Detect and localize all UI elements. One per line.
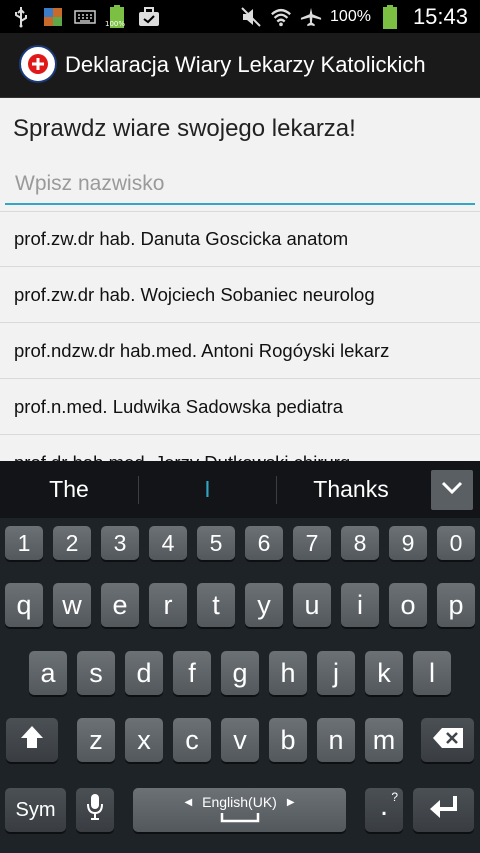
period-label: .: [379, 789, 389, 822]
key-o[interactable]: o: [389, 583, 427, 627]
key-9[interactable]: 9: [389, 526, 427, 560]
battery-percent: 100%: [330, 7, 371, 25]
key-s[interactable]: s: [77, 651, 115, 695]
shift-key[interactable]: [6, 718, 58, 762]
backspace-icon: [432, 725, 464, 756]
key-n[interactable]: n: [317, 718, 355, 762]
sym-key[interactable]: Sym: [5, 788, 66, 832]
mute-icon: [240, 6, 262, 28]
status-bar: 100% 100% 15:43: [0, 0, 480, 33]
key-6[interactable]: 6: [245, 526, 283, 560]
key-q[interactable]: q: [5, 583, 43, 627]
notification-icons: 100%: [10, 4, 160, 29]
space-key[interactable]: ◀ English(UK) ▶: [133, 788, 346, 832]
list-item[interactable]: prof.dr hab.med. Jerzy Dutkowski chirurg: [0, 435, 480, 462]
battery-full-icon: 100%: [105, 4, 128, 28]
wifi-icon: [270, 6, 292, 28]
battery-icon: [379, 4, 401, 29]
space-bar-icon: [220, 810, 260, 826]
key-z[interactable]: z: [77, 718, 115, 762]
key-2[interactable]: 2: [53, 526, 91, 560]
period-hint: ?: [391, 790, 398, 804]
suggestion-i[interactable]: I: [139, 461, 276, 518]
key-y[interactable]: y: [245, 583, 283, 627]
list-item[interactable]: prof.n.med. Ludwika Sadowska pediatra: [0, 379, 480, 435]
key-w[interactable]: w: [53, 583, 91, 627]
suggestion-thanks[interactable]: Thanks: [277, 461, 425, 518]
key-i[interactable]: i: [341, 583, 379, 627]
key-c[interactable]: c: [173, 718, 211, 762]
key-g[interactable]: g: [221, 651, 259, 695]
app-logo-icon[interactable]: [19, 45, 57, 83]
key-0[interactable]: 0: [437, 526, 475, 560]
briefcase-icon: [138, 6, 160, 28]
key-r[interactable]: r: [149, 583, 187, 627]
search-input[interactable]: [5, 165, 475, 205]
app-title: Deklaracja Wiary Lekarzy Katolickich: [65, 52, 426, 77]
language-label: English(UK): [202, 794, 277, 810]
main-content: Sprawdz wiare swojego lekarza! prof.zw.d…: [0, 98, 480, 461]
key-e[interactable]: e: [101, 583, 139, 627]
key-f[interactable]: f: [173, 651, 211, 695]
action-bar: Deklaracja Wiary Lekarzy Katolickich: [0, 33, 480, 98]
key-d[interactable]: d: [125, 651, 163, 695]
microphone-icon: [86, 792, 104, 829]
results-list: prof.zw.dr hab. Danuta Goscicka anatom p…: [0, 211, 480, 461]
chevron-down-icon: [440, 480, 464, 500]
key-l[interactable]: l: [413, 651, 451, 695]
suggestion-the[interactable]: The: [0, 461, 138, 518]
page-heading: Sprawdz wiare swojego lekarza!: [13, 115, 356, 142]
key-x[interactable]: x: [125, 718, 163, 762]
voice-input-key[interactable]: [76, 788, 114, 832]
key-u[interactable]: u: [293, 583, 331, 627]
arrow-right-icon: ▶: [286, 796, 295, 808]
key-7[interactable]: 7: [293, 526, 331, 560]
key-8[interactable]: 8: [341, 526, 379, 560]
list-item[interactable]: prof.ndzw.dr hab.med. Antoni Rogóyski le…: [0, 323, 480, 379]
key-j[interactable]: j: [317, 651, 355, 695]
key-a[interactable]: a: [29, 651, 67, 695]
system-status: 100% 15:43: [240, 0, 468, 33]
list-item[interactable]: prof.zw.dr hab. Danuta Goscicka anatom: [0, 211, 480, 267]
collapse-suggestions-button[interactable]: [431, 470, 473, 510]
backspace-key[interactable]: [421, 718, 474, 762]
image-icon: [42, 6, 64, 28]
shift-arrow-icon: [19, 724, 45, 757]
keyboard: 1234567890 qwertyuiop asdfghjkl zxcvbnm …: [0, 518, 480, 853]
key-v[interactable]: v: [221, 718, 259, 762]
key-5[interactable]: 5: [197, 526, 235, 560]
clock: 15:43: [412, 3, 468, 29]
usb-icon: [10, 6, 32, 28]
period-key[interactable]: . ?: [365, 788, 403, 832]
keyboard-icon: [74, 6, 96, 28]
enter-icon: [428, 794, 460, 827]
list-item[interactable]: prof.zw.dr hab. Wojciech Sobaniec neurol…: [0, 267, 480, 323]
battery-badge-label: 100%: [105, 19, 126, 28]
key-p[interactable]: p: [437, 583, 475, 627]
key-3[interactable]: 3: [101, 526, 139, 560]
key-4[interactable]: 4: [149, 526, 187, 560]
airplane-mode-icon: [300, 6, 322, 28]
enter-key[interactable]: [413, 788, 474, 832]
arrow-left-icon: ◀: [184, 796, 193, 808]
key-h[interactable]: h: [269, 651, 307, 695]
key-m[interactable]: m: [365, 718, 403, 762]
key-1[interactable]: 1: [5, 526, 43, 560]
key-b[interactable]: b: [269, 718, 307, 762]
key-k[interactable]: k: [365, 651, 403, 695]
key-t[interactable]: t: [197, 583, 235, 627]
suggestion-bar: The I Thanks: [0, 461, 480, 519]
